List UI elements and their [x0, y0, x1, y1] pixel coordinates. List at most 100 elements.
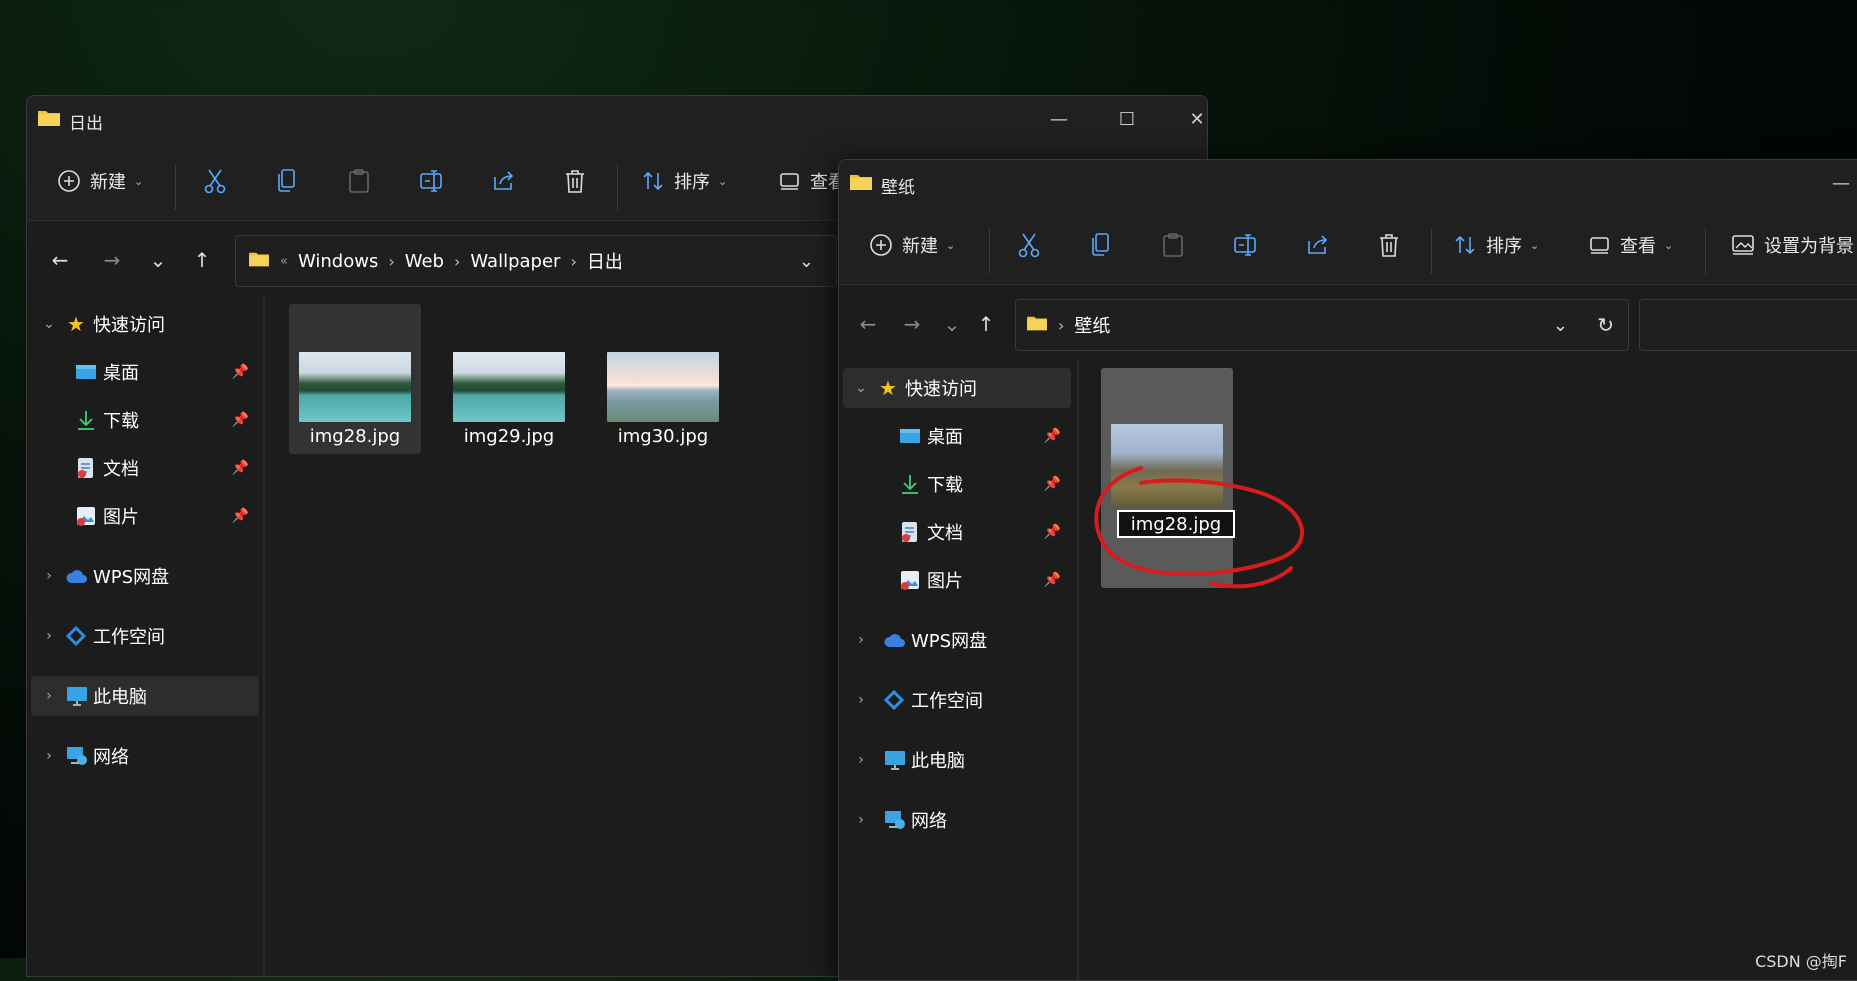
title-bar[interactable]: 日出 — ☐ ✕ — [27, 96, 1207, 142]
download-icon — [899, 473, 921, 495]
pin-icon[interactable]: 📌 — [1044, 524, 1061, 540]
paste-button[interactable] — [347, 162, 371, 200]
forward-arrow-icon[interactable]: → — [95, 243, 129, 277]
minimize-button[interactable]: — — [1809, 160, 1857, 206]
explorer-window-wallpaper: 壁纸 — 新建 ⌄ 排序 ⌄ 查看 ⌄ 设置为背景 ← → ⌄ ↑ › 壁纸 ⌄… — [838, 159, 1857, 981]
sidebar-label: WPS网盘 — [911, 631, 988, 652]
view-button[interactable]: 查看 ⌄ — [1589, 226, 1673, 264]
share-button[interactable] — [1305, 226, 1331, 264]
workspace-icon — [883, 689, 905, 711]
star-icon: ★ — [879, 376, 897, 400]
chevron-right-icon: › — [858, 632, 864, 648]
address-dropdown-icon[interactable]: ⌄ — [799, 251, 814, 272]
sidebar-label: 快速访问 — [93, 315, 165, 336]
maximize-button[interactable]: ☐ — [1095, 96, 1159, 142]
address-bar[interactable]: › 壁纸 ⌄ ↻ — [1015, 299, 1629, 351]
new-button[interactable]: 新建 ⌄ — [57, 162, 143, 200]
cut-button[interactable] — [203, 162, 227, 200]
paste-icon — [347, 168, 371, 194]
sidebar-item-downloads[interactable]: 下载 📌 — [31, 400, 259, 440]
sidebar-item-wps[interactable]: › WPS网盘 — [31, 556, 259, 596]
sidebar-item-downloads[interactable]: 下载 📌 — [843, 464, 1071, 504]
up-arrow-icon[interactable]: ↑ — [185, 243, 219, 277]
pin-icon[interactable]: 📌 — [232, 508, 249, 524]
sidebar-item-quick-access[interactable]: ⌄ ★ 快速访问 — [31, 304, 259, 344]
set-background-button[interactable]: 设置为背景 — [1731, 226, 1854, 264]
copy-button[interactable] — [1089, 226, 1113, 264]
sidebar-item-workspace[interactable]: › 工作空间 — [843, 680, 1071, 720]
sidebar-item-desktop[interactable]: 桌面 📌 — [31, 352, 259, 392]
breadcrumb-item[interactable]: Wallpaper — [470, 251, 560, 272]
delete-button[interactable] — [1377, 226, 1401, 264]
trash-icon — [563, 168, 587, 194]
delete-button[interactable] — [563, 162, 587, 200]
breadcrumb-item[interactable]: 日出 — [587, 248, 623, 274]
sidebar-item-quick-access[interactable]: ⌄ ★ 快速访问 — [843, 368, 1071, 408]
sort-button[interactable]: 排序 ⌄ — [641, 162, 727, 200]
rename-button[interactable] — [1233, 226, 1259, 264]
breadcrumb-item[interactable]: Windows — [298, 251, 378, 272]
file-item[interactable]: img30.jpg — [597, 304, 729, 454]
up-arrow-icon[interactable]: ↑ — [969, 307, 1003, 341]
sidebar-item-workspace[interactable]: › 工作空间 — [31, 616, 259, 656]
sidebar-label: 图片 — [103, 507, 139, 528]
cut-button[interactable] — [1017, 226, 1041, 264]
sidebar-item-network[interactable]: › 网络 — [843, 800, 1071, 840]
chevron-right-icon: › — [46, 688, 52, 704]
sidebar-item-pictures[interactable]: 图片 📌 — [31, 496, 259, 536]
search-box[interactable] — [1639, 299, 1857, 351]
title-bar[interactable]: 壁纸 — — [839, 160, 1857, 206]
file-item[interactable]: img28.jpg — [289, 304, 421, 454]
breadcrumb-item[interactable]: Web — [405, 251, 444, 272]
window-title: 日出 — [69, 114, 103, 134]
close-button[interactable]: ✕ — [1165, 96, 1207, 142]
chevron-right-icon: › — [388, 251, 395, 271]
sidebar-item-pictures[interactable]: 图片 📌 — [843, 560, 1071, 600]
pin-icon[interactable]: 📌 — [232, 364, 249, 380]
breadcrumb-overflow[interactable]: « — [280, 254, 288, 269]
sidebar-item-this-pc[interactable]: › 此电脑 — [31, 676, 259, 716]
paste-button[interactable] — [1161, 226, 1185, 264]
chevron-right-icon: › — [858, 692, 864, 708]
view-button[interactable]: 查看 — [779, 162, 846, 200]
back-arrow-icon[interactable]: ← — [43, 243, 77, 277]
new-button[interactable]: 新建 ⌄ — [869, 226, 955, 264]
share-button[interactable] — [491, 162, 517, 200]
rename-icon — [1233, 233, 1259, 257]
annotation-circle — [1094, 466, 1305, 589]
minimize-button[interactable]: — — [1027, 96, 1091, 142]
sort-button[interactable]: 排序 ⌄ — [1453, 226, 1539, 264]
refresh-icon[interactable]: ↻ — [1597, 313, 1614, 337]
pane-divider[interactable] — [263, 296, 265, 976]
pin-icon[interactable]: 📌 — [1044, 476, 1061, 492]
breadcrumb-item[interactable]: 壁纸 — [1074, 312, 1110, 338]
copy-button[interactable] — [275, 162, 299, 200]
pane-divider[interactable] — [1077, 360, 1079, 980]
cloud-icon — [883, 629, 905, 651]
sidebar-item-documents[interactable]: 文档 📌 — [843, 512, 1071, 552]
recent-chevron-icon[interactable]: ⌄ — [141, 243, 175, 277]
file-item[interactable]: img29.jpg — [443, 304, 575, 454]
pictures-icon — [75, 505, 97, 527]
file-name: img29.jpg — [463, 426, 555, 447]
address-bar[interactable]: « Windows › Web › Wallpaper › 日出 ⌄ — [235, 235, 837, 287]
sidebar-item-desktop[interactable]: 桌面 📌 — [843, 416, 1071, 456]
pictures-icon — [899, 569, 921, 591]
sidebar-item-documents[interactable]: 文档 📌 — [31, 448, 259, 488]
share-icon — [491, 169, 517, 193]
pin-icon[interactable]: 📌 — [232, 412, 249, 428]
sidebar-item-network[interactable]: › 网络 — [31, 736, 259, 776]
address-dropdown-icon[interactable]: ⌄ — [1553, 315, 1568, 336]
back-arrow-icon[interactable]: ← — [851, 307, 885, 341]
sidebar-item-wps[interactable]: › WPS网盘 — [843, 620, 1071, 660]
pin-icon[interactable]: 📌 — [1044, 428, 1061, 444]
chevron-down-icon: ⌄ — [718, 174, 728, 188]
pin-icon[interactable]: 📌 — [232, 460, 249, 476]
pin-icon[interactable]: 📌 — [1044, 572, 1061, 588]
navigation-pane: ⌄ ★ 快速访问 桌面 📌 下载 📌 文档 📌 图片 📌 › WPS网盘 › 工… — [839, 360, 1075, 980]
sidebar-item-this-pc[interactable]: › 此电脑 — [843, 740, 1071, 780]
share-icon — [1305, 233, 1331, 257]
forward-arrow-icon[interactable]: → — [895, 307, 929, 341]
recent-chevron-icon[interactable]: ⌄ — [935, 307, 969, 341]
rename-button[interactable] — [419, 162, 445, 200]
